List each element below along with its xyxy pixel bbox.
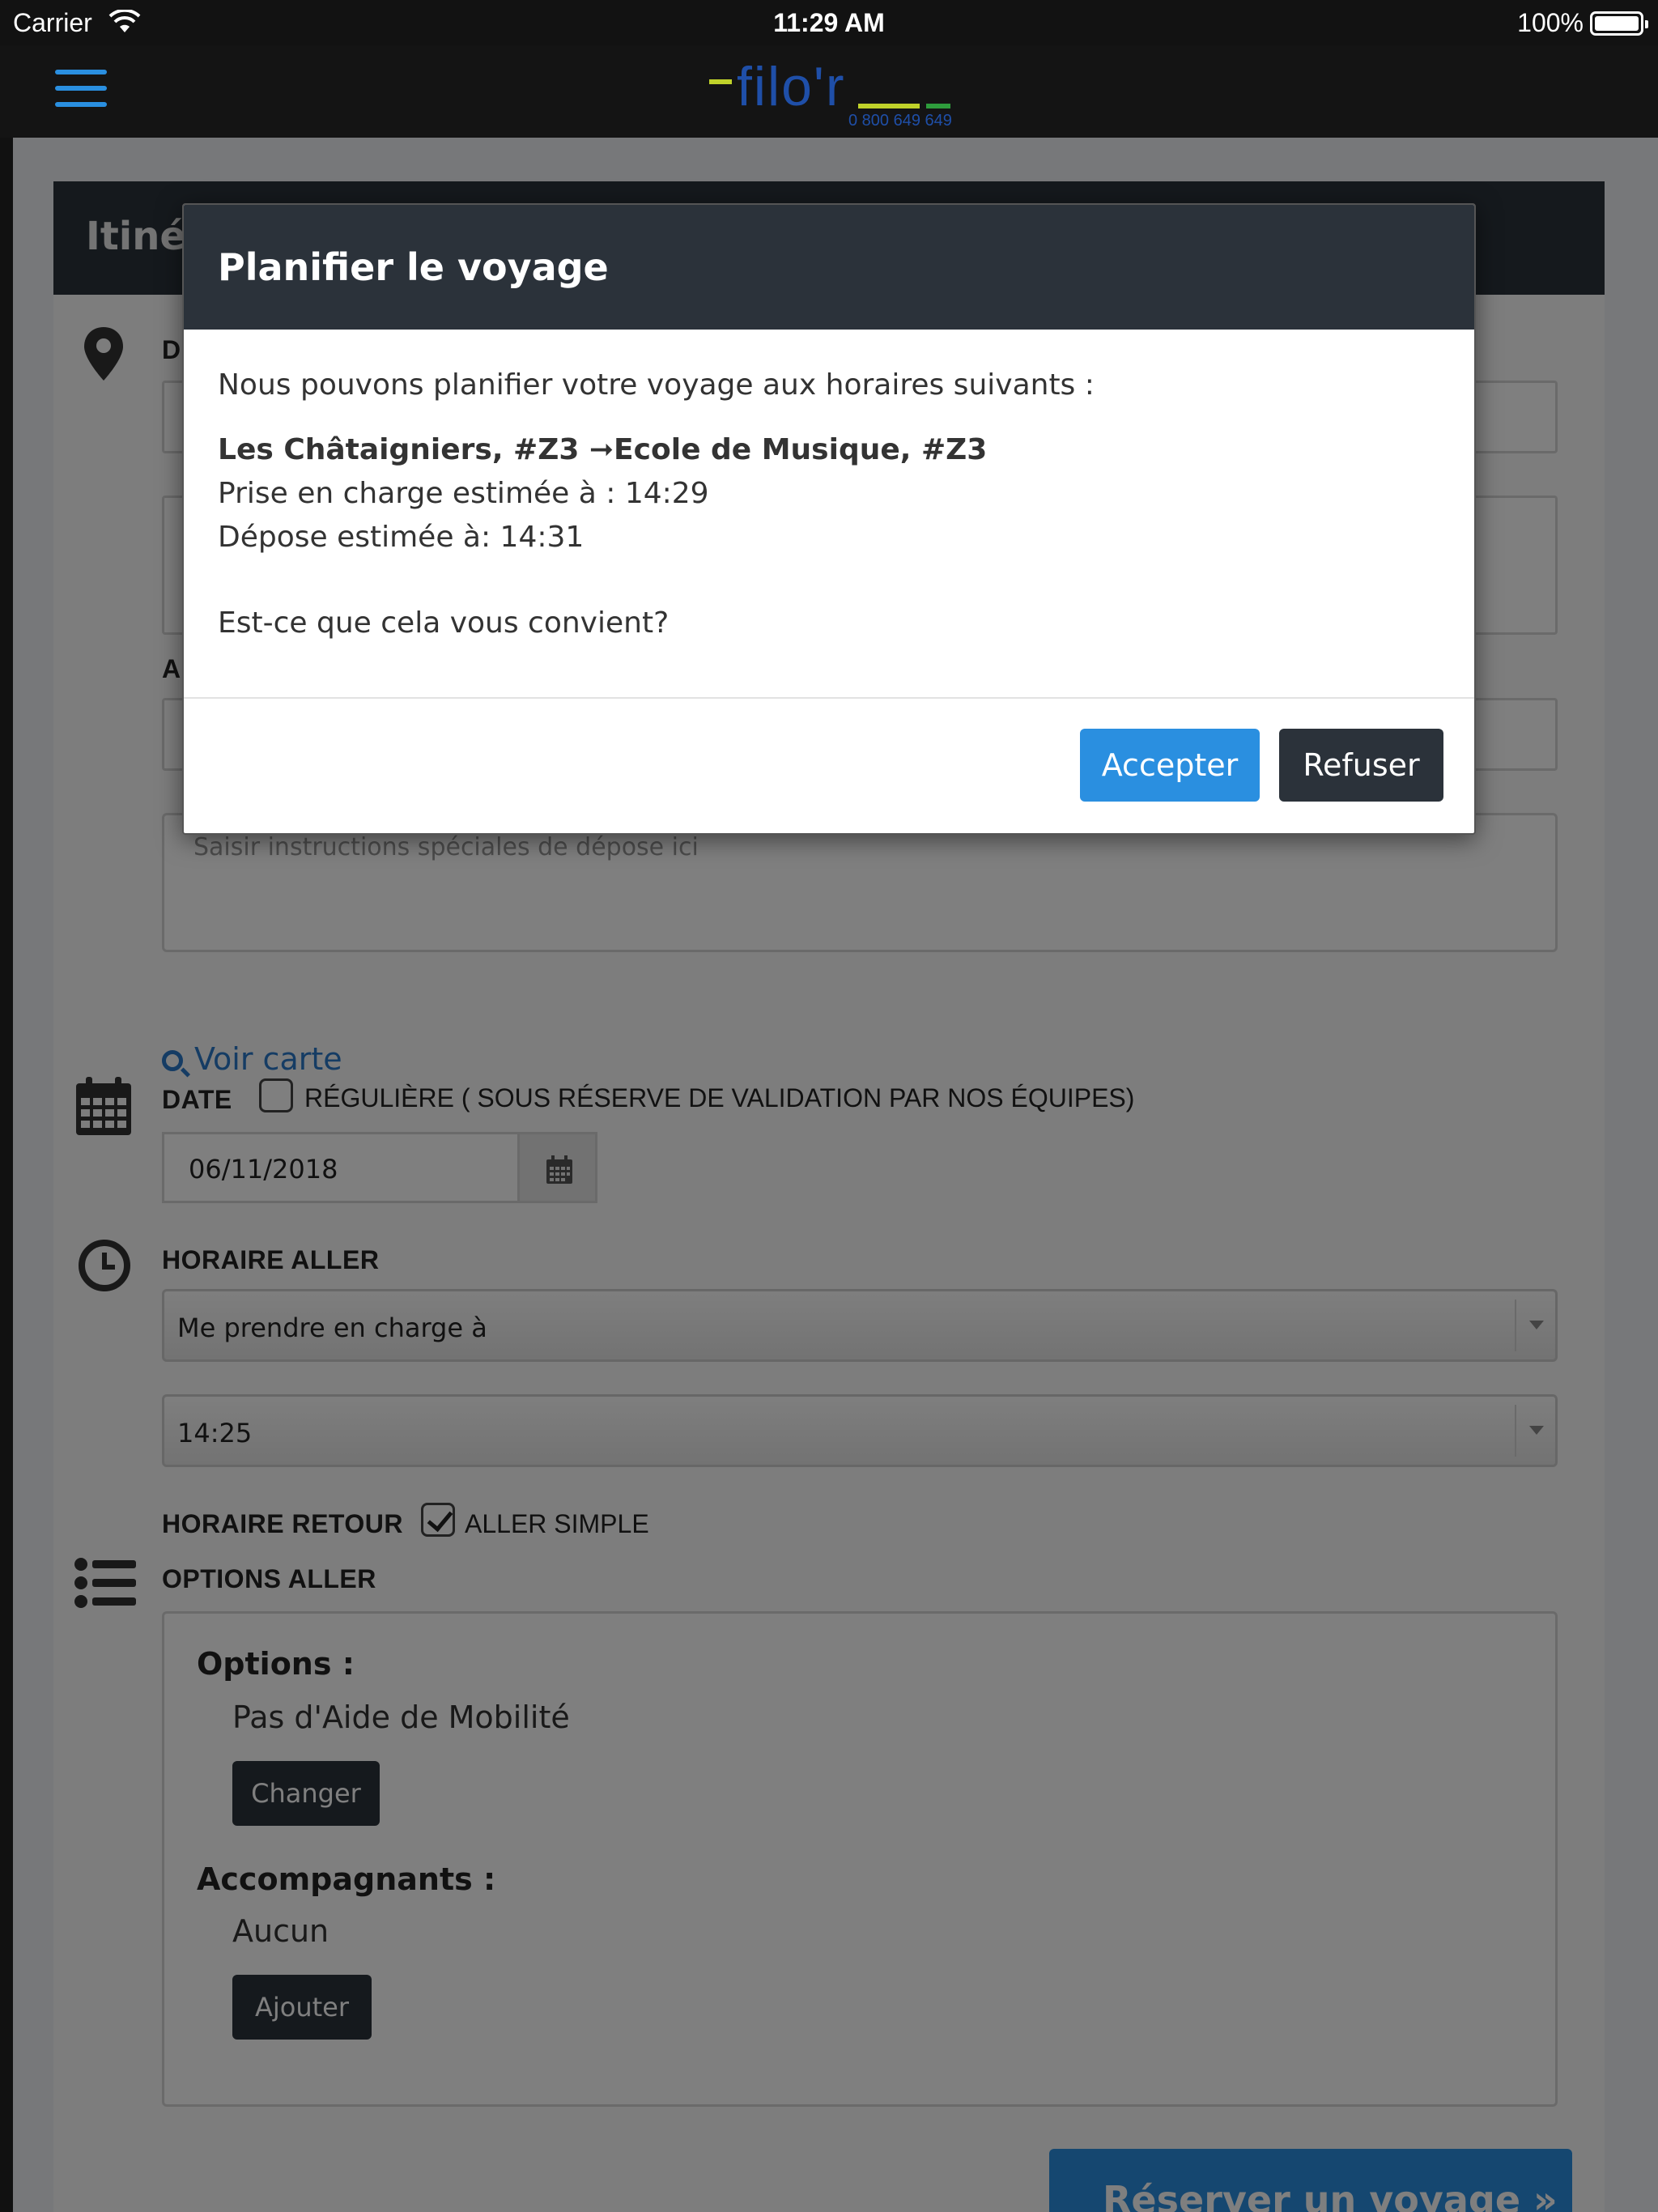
logo-text: filo'r [737, 56, 846, 117]
dialog-divider [184, 697, 1474, 699]
refuse-button[interactable]: Refuser [1279, 729, 1443, 802]
dialog-route: Les Châtaigniers, #Z3 ➞Ecole de Musique,… [218, 433, 988, 466]
app-header: filo'r 0 800 649 649 [0, 45, 1658, 138]
accept-button[interactable]: Accepter [1080, 729, 1260, 802]
logo-phone: 0 800 649 649 [848, 112, 952, 130]
dialog-body: Nous pouvons planifier votre voyage aux … [218, 364, 1432, 645]
plan-trip-dialog: Planifier le voyage Nous pouvons planifi… [182, 203, 1476, 835]
dialog-title: Planifier le voyage [184, 205, 1474, 330]
dialog-dropoff-estimate: Dépose estimée à: 14:31 [218, 521, 585, 554]
status-bar: Carrier 11:29 AM 100% [0, 0, 1658, 45]
clock: 11:29 AM [773, 8, 885, 37]
dialog-intro: Nous pouvons planifier votre voyage aux … [218, 368, 1095, 402]
dialog-pickup-estimate: Prise en charge estimée à : 14:29 [218, 477, 709, 510]
side-edge [0, 138, 13, 2212]
battery-percent: 100% [1517, 8, 1584, 37]
menu-icon[interactable] [55, 70, 107, 110]
battery-icon [1590, 11, 1648, 36]
brand-logo: filo'r 0 800 649 649 [704, 55, 955, 130]
dialog-question: Est-ce que cela vous convient? [218, 606, 670, 640]
